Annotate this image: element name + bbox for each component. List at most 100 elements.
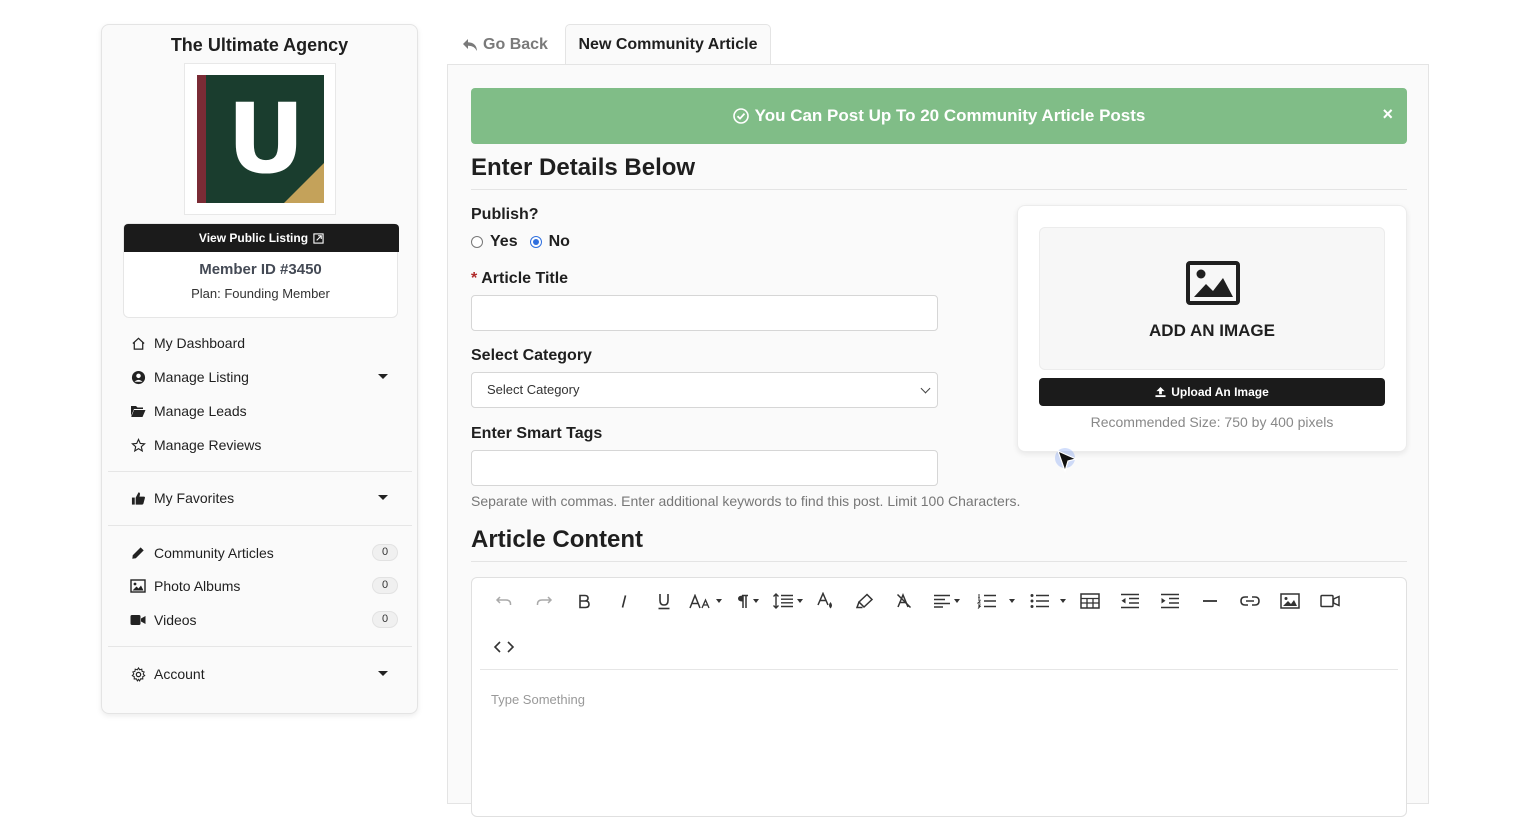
- chevron-down-icon: [378, 374, 388, 379]
- sidebar-item-dashboard[interactable]: My Dashboard: [130, 331, 398, 355]
- sidebar: The Ultimate Agency U View Public Listin…: [101, 24, 418, 714]
- mouse-cursor-icon: [1055, 448, 1085, 478]
- text-color-button[interactable]: [813, 589, 837, 613]
- background-color-button[interactable]: [853, 589, 877, 613]
- insert-video-button[interactable]: [1317, 589, 1343, 613]
- code-icon: [493, 641, 515, 653]
- paragraph-dropdown[interactable]: [730, 589, 764, 613]
- bullet-list-dropdown[interactable]: [1027, 589, 1069, 613]
- redo-icon: [535, 594, 553, 608]
- sidebar-item-photo-albums[interactable]: Photo Albums 0: [130, 574, 398, 598]
- image-icon: [1280, 593, 1300, 609]
- image-placeholder-icon: [1186, 261, 1240, 305]
- tab-bar: Go Back New Community Article: [447, 24, 1429, 66]
- code-view-button[interactable]: [491, 635, 517, 659]
- chevron-down-icon: [1009, 599, 1015, 603]
- chevron-down-icon: [797, 599, 803, 603]
- smart-tags-help: Separate with commas. Enter additional k…: [471, 493, 1020, 509]
- video-icon: [1320, 594, 1340, 608]
- video-icon: [130, 612, 146, 628]
- italic-icon: [619, 594, 629, 609]
- sidebar-item-account[interactable]: Account: [130, 662, 398, 686]
- sidebar-item-manage-reviews[interactable]: Manage Reviews: [130, 433, 398, 457]
- chevron-down-icon: [921, 384, 931, 394]
- sidebar-item-videos[interactable]: Videos 0: [130, 608, 398, 632]
- undo-button[interactable]: [491, 589, 517, 613]
- article-title-label: *Article Title: [471, 270, 568, 288]
- align-left-icon: [933, 594, 951, 608]
- category-label: Select Category: [471, 347, 592, 365]
- indent-icon: [1160, 593, 1180, 609]
- chevron-down-icon: [378, 671, 388, 676]
- videos-count: 0: [372, 611, 398, 628]
- chevron-down-icon: [1060, 599, 1066, 603]
- content-heading: Article Content: [471, 526, 643, 554]
- undo-icon: [495, 594, 513, 608]
- redo-button[interactable]: [531, 589, 557, 613]
- publish-no-radio[interactable]: [530, 236, 542, 248]
- link-icon: [1240, 595, 1260, 607]
- italic-button[interactable]: [611, 589, 637, 613]
- reply-arrow-icon: [462, 38, 478, 52]
- alert-close-button[interactable]: ×: [1382, 104, 1393, 125]
- member-id: Member ID #3450: [124, 261, 397, 278]
- sidebar-item-community-articles[interactable]: Community Articles 0: [130, 541, 398, 565]
- smart-tags-label: Enter Smart Tags: [471, 425, 602, 443]
- bold-icon: [578, 594, 590, 609]
- table-icon: [1080, 593, 1100, 609]
- photo-albums-count: 0: [372, 577, 398, 594]
- home-icon: [130, 335, 146, 351]
- star-icon: [130, 437, 146, 453]
- bold-button[interactable]: [571, 589, 597, 613]
- indent-button[interactable]: [1157, 589, 1183, 613]
- sidebar-item-manage-listing[interactable]: Manage Listing: [130, 365, 398, 389]
- tab-new-community-article[interactable]: New Community Article: [565, 24, 771, 66]
- link-button[interactable]: [1237, 589, 1263, 613]
- clear-format-button[interactable]: [892, 589, 916, 613]
- clear-format-icon: [896, 593, 912, 609]
- post-limit-alert: You Can Post Up To 20 Community Article …: [471, 88, 1407, 144]
- upload-icon: [1155, 386, 1166, 398]
- text-color-icon: [817, 592, 834, 610]
- line-height-dropdown[interactable]: [769, 589, 805, 613]
- font-size-dropdown[interactable]: [688, 589, 722, 613]
- chevron-down-icon: [378, 495, 388, 500]
- rich-text-editor: Type Something: [471, 577, 1407, 817]
- highlighter-icon: [856, 593, 874, 609]
- tab-go-back[interactable]: Go Back: [447, 24, 563, 66]
- table-button[interactable]: [1077, 589, 1103, 613]
- details-heading: Enter Details Below: [471, 154, 695, 182]
- horizontal-rule-button[interactable]: [1197, 589, 1223, 613]
- upload-image-button[interactable]: Upload An Image: [1039, 378, 1385, 406]
- underline-button[interactable]: [651, 589, 677, 613]
- sidebar-item-manage-leads[interactable]: Manage Leads: [130, 399, 398, 423]
- view-public-listing-button[interactable]: View Public Listing: [124, 224, 399, 252]
- editor-placeholder[interactable]: Type Something: [491, 692, 585, 707]
- image-drop-zone[interactable]: ADD AN IMAGE: [1039, 227, 1385, 370]
- publish-radio-group: Yes No: [471, 233, 570, 251]
- align-dropdown[interactable]: [929, 589, 963, 613]
- thumbs-up-icon: [130, 490, 146, 506]
- gear-icon: [130, 666, 146, 682]
- image-icon: [130, 578, 146, 594]
- ordered-list-dropdown[interactable]: [973, 589, 1019, 613]
- article-title-input[interactable]: [471, 295, 938, 331]
- publish-label: Publish?: [471, 206, 539, 224]
- member-plan: Plan: Founding Member: [124, 286, 397, 301]
- font-size-icon: [689, 594, 713, 609]
- horizontal-rule-icon: [1202, 599, 1218, 603]
- external-link-icon: [313, 233, 324, 244]
- insert-image-button[interactable]: [1277, 589, 1303, 613]
- underline-icon: [657, 593, 671, 610]
- publish-yes-radio[interactable]: [471, 236, 483, 248]
- smart-tags-input[interactable]: [471, 450, 938, 486]
- bullet-list-icon: [1030, 593, 1050, 609]
- sidebar-item-my-favorites[interactable]: My Favorites: [130, 486, 398, 510]
- outdent-button[interactable]: [1117, 589, 1143, 613]
- chevron-down-icon: [716, 599, 722, 603]
- ordered-list-icon: [977, 593, 997, 609]
- check-circle-icon: [733, 108, 749, 124]
- category-select[interactable]: Select Category: [471, 372, 938, 408]
- paragraph-icon: [736, 594, 750, 609]
- recommended-size: Recommended Size: 750 by 400 pixels: [1018, 414, 1406, 430]
